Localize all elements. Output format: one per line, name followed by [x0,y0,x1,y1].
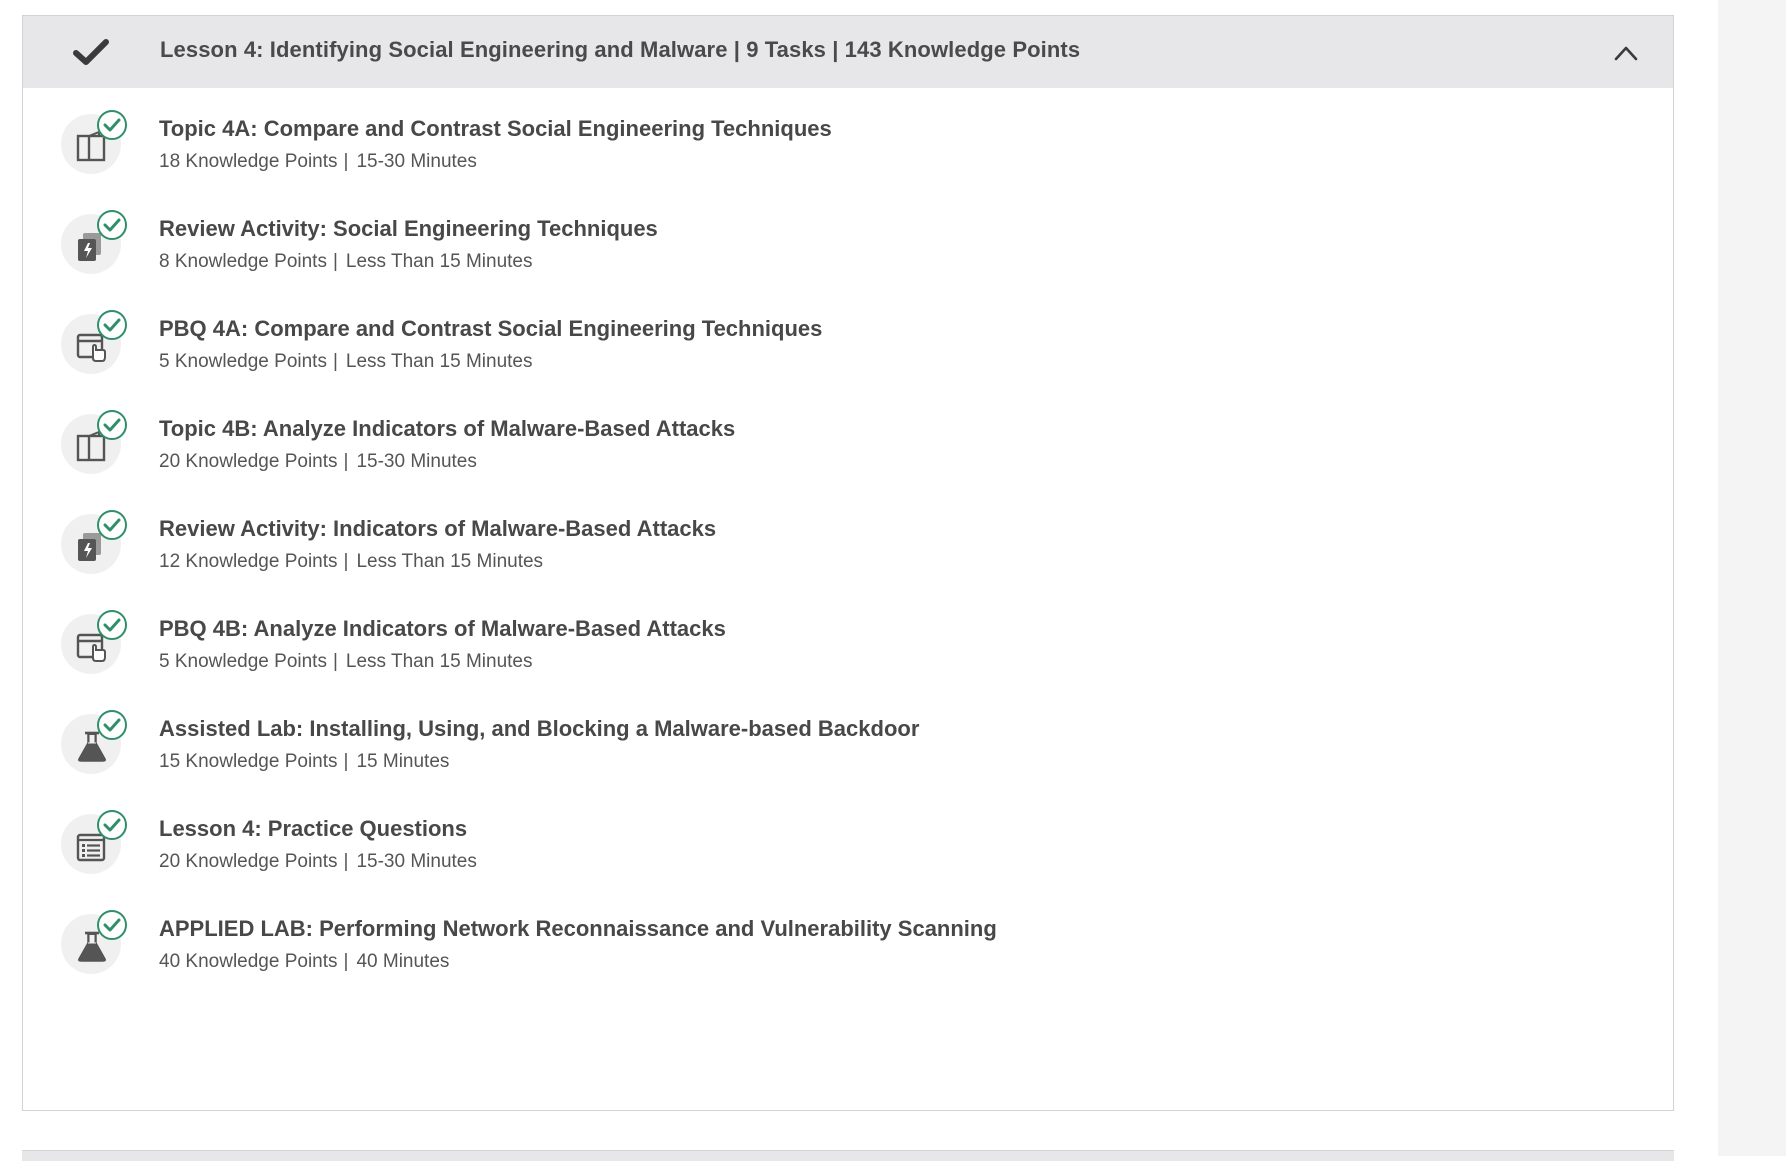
task-duration: 15 Minutes [356,751,450,772]
task-title[interactable]: PBQ 4B: Analyze Indicators of Malware-Ba… [159,616,726,642]
checkmark-icon [73,38,109,66]
task-item[interactable]: Assisted Lab: Installing, Using, and Blo… [23,696,1673,788]
task-icon-wrap [61,810,127,876]
task-meta: 5 Knowledge Points | Less Than 15 Minutes [159,651,533,673]
task-duration: Less Than 15 Minutes [345,251,533,272]
task-meta: 40 Knowledge Points | 40 Minutes [159,951,449,973]
task-title[interactable]: APPLIED LAB: Performing Network Reconnai… [159,916,997,942]
task-duration: 40 Minutes [356,951,450,972]
task-title[interactable]: Topic 4A: Compare and Contrast Social En… [159,116,832,142]
task-meta: 20 Knowledge Points | 15-30 Minutes [159,451,477,473]
meta-separator: | [343,751,349,772]
chevron-up-icon[interactable] [1613,44,1639,62]
task-points: 18 Knowledge Points [159,151,338,172]
task-title[interactable]: PBQ 4A: Compare and Contrast Social Engi… [159,316,822,342]
meta-separator: | [332,351,338,372]
task-title[interactable]: Lesson 4: Practice Questions [159,816,467,842]
completed-check-icon [97,710,127,740]
completed-check-icon [97,610,127,640]
task-title[interactable]: Review Activity: Indicators of Malware-B… [159,516,716,542]
task-icon-wrap [61,110,127,176]
task-duration: 15-30 Minutes [356,851,477,872]
meta-separator: | [343,151,349,172]
task-item[interactable]: PBQ 4A: Compare and Contrast Social Engi… [23,296,1673,388]
task-meta: 5 Knowledge Points | Less Than 15 Minutes [159,351,533,373]
task-points: 8 Knowledge Points [159,251,327,272]
task-duration: Less Than 15 Minutes [356,551,544,572]
task-item[interactable]: Lesson 4: Practice Questions 20 Knowledge… [23,796,1673,888]
task-meta: 12 Knowledge Points | Less Than 15 Minutes [159,551,543,573]
task-item[interactable]: PBQ 4B: Analyze Indicators of Malware-Ba… [23,596,1673,688]
completed-check-icon [97,210,127,240]
task-meta: 8 Knowledge Points | Less Than 15 Minutes [159,251,533,273]
completed-check-icon [97,310,127,340]
task-points: 12 Knowledge Points [159,551,338,572]
task-meta: 15 Knowledge Points | 15 Minutes [159,751,449,773]
task-points: 40 Knowledge Points [159,951,338,972]
task-icon-wrap [61,510,127,576]
completed-check-icon [97,810,127,840]
task-item[interactable]: Review Activity: Social Engineering Tech… [23,196,1673,288]
right-rail [1718,0,1786,1156]
task-item[interactable]: Review Activity: Indicators of Malware-B… [23,496,1673,588]
meta-separator: | [332,651,338,672]
task-item[interactable]: Topic 4A: Compare and Contrast Social En… [23,96,1673,188]
lesson-header[interactable]: Lesson 4: Identifying Social Engineering… [23,16,1673,88]
task-icon-wrap [61,310,127,376]
lesson-title: Lesson 4: Identifying Social Engineering… [160,37,1081,62]
task-icon-wrap [61,710,127,776]
task-icon-wrap [61,610,127,676]
completed-check-icon [97,510,127,540]
meta-separator: | [343,851,349,872]
task-item[interactable]: APPLIED LAB: Performing Network Reconnai… [23,896,1673,988]
task-points: 5 Knowledge Points [159,651,327,672]
task-meta: 18 Knowledge Points | 15-30 Minutes [159,151,477,173]
task-points: 20 Knowledge Points [159,451,338,472]
task-meta: 20 Knowledge Points | 15-30 Minutes [159,851,477,873]
task-title[interactable]: Topic 4B: Analyze Indicators of Malware-… [159,416,735,442]
meta-separator: | [343,951,349,972]
meta-separator: | [343,451,349,472]
task-duration: Less Than 15 Minutes [345,351,533,372]
task-title[interactable]: Review Activity: Social Engineering Tech… [159,216,658,242]
meta-separator: | [332,251,338,272]
task-icon-wrap [61,410,127,476]
task-item[interactable]: Topic 4B: Analyze Indicators of Malware-… [23,396,1673,488]
task-points: 5 Knowledge Points [159,351,327,372]
task-title[interactable]: Assisted Lab: Installing, Using, and Blo… [159,716,919,742]
completed-check-icon [97,110,127,140]
meta-separator: | [343,551,349,572]
task-points: 20 Knowledge Points [159,851,338,872]
task-points: 15 Knowledge Points [159,751,338,772]
task-duration: 15-30 Minutes [356,451,477,472]
task-icon-wrap [61,910,127,976]
completed-check-icon [97,410,127,440]
completed-check-icon [97,910,127,940]
task-icon-wrap [61,210,127,276]
lesson-card: Lesson 4: Identifying Social Engineering… [22,15,1674,1111]
task-duration: Less Than 15 Minutes [345,651,533,672]
task-duration: 15-30 Minutes [356,151,477,172]
